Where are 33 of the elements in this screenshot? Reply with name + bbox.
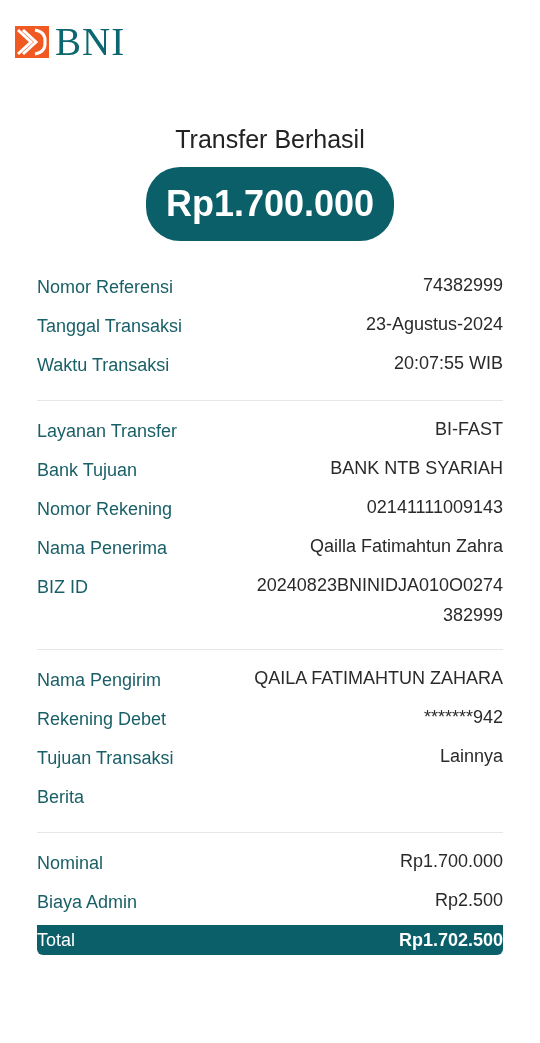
field-value: BI-FAST <box>435 417 503 441</box>
amount-badge: Rp1.700.000 <box>145 166 395 241</box>
field-label: Nomor Rekening <box>37 497 173 521</box>
field-value: 23-Agustus-2024 <box>365 312 503 336</box>
field-value: 02141111009143 <box>366 495 503 519</box>
field-value: BANK NTB SYARIAH <box>330 456 503 480</box>
field-value: 20:07:55 WIB <box>393 351 503 375</box>
field-value: QAILA FATIMAHTUN ZAHARA <box>254 666 503 690</box>
field-value: Rp1.702.500 <box>398 928 503 952</box>
field-value: Rp1.700.000 <box>399 849 503 873</box>
field-value: Lainnya <box>439 744 503 768</box>
field-label: BIZ ID <box>37 575 88 599</box>
logo-text: BNI <box>55 22 126 61</box>
field-label: Nama Penerima <box>37 536 168 560</box>
status-title: Transfer Berhasil <box>174 124 366 155</box>
field-value: 20240823BNINIDJA010O0274382999 <box>255 573 503 627</box>
field-label: Total <box>37 928 76 952</box>
field-label: Nominal <box>37 851 104 875</box>
field-value: *******942 <box>423 705 503 729</box>
logo-icon <box>15 25 49 58</box>
field-label: Berita <box>37 785 85 809</box>
field-label: Tujuan Transaksi <box>37 746 174 770</box>
field-label: Rekening Debet <box>37 707 167 731</box>
field-label: Waktu Transaksi <box>37 353 170 377</box>
field-value: 74382999 <box>422 273 503 297</box>
field-label: Nama Pengirim <box>37 668 162 692</box>
field-label: Nomor Referensi <box>37 275 174 299</box>
field-label: Bank Tujuan <box>37 458 138 482</box>
field-label: Biaya Admin <box>37 890 138 914</box>
field-label: Tanggal Transaksi <box>37 314 183 338</box>
field-value: Qailla Fatimahtun Zahra <box>309 534 503 558</box>
field-label: Layanan Transfer <box>37 419 178 443</box>
field-value: Rp2.500 <box>434 888 503 912</box>
